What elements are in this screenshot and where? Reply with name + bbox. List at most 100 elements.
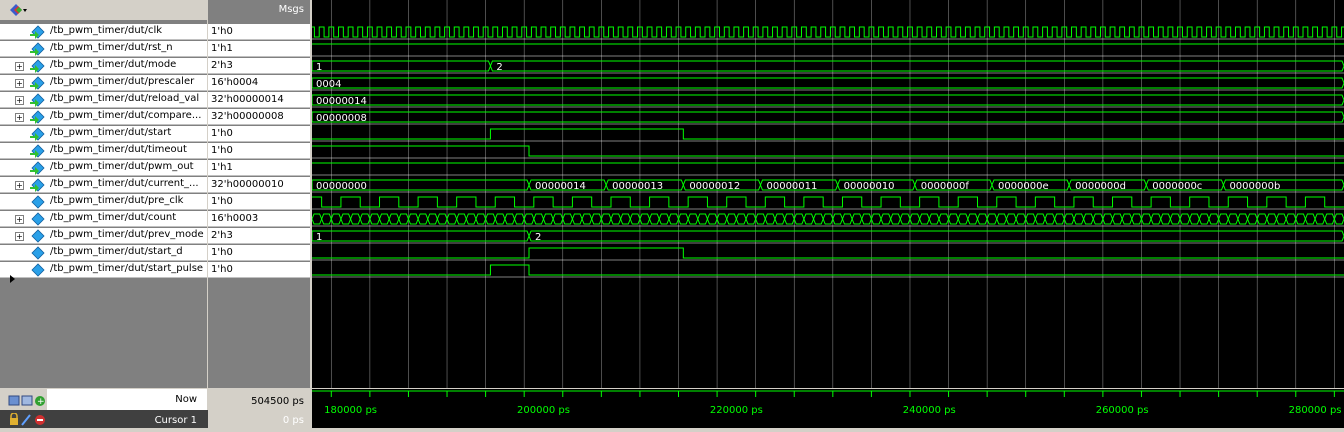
msgs-header: Msgs [208,0,310,20]
bus-segment [957,213,969,225]
bus-segment [562,213,573,225]
signal-value: 1'h0 [208,245,310,261]
bus-segment [312,230,530,242]
bus-segment [610,213,622,225]
bus-segment [948,213,959,225]
bus-segment [1015,213,1027,225]
signal-row-name[interactable]: /tb_pwm_timer/dut/timeout [0,143,207,159]
bus-value-label: 0000000b [1229,181,1280,192]
bus-segment [312,111,1344,123]
signal-value: 16'h0003 [208,211,310,227]
signal-row-name[interactable]: /tb_pwm_timer/dut/pwm_out [0,160,207,176]
bus-segment [1237,213,1249,225]
bus-value-label: 0004 [316,79,341,90]
signal-row-name[interactable]: + /tb_pwm_timer/dut/current_... [0,177,207,193]
bus-segment [1295,213,1306,225]
toolbar-icons-bottom [8,412,48,427]
bus-segment [494,213,506,225]
now-value: 504500 ps [251,396,304,407]
waveform-pane[interactable]: 1 2 0004 00000014 00000008 00000000 00000014 00… [312,0,1344,388]
bus-segment [822,213,834,225]
signal-value: 16'h0004 [208,75,310,91]
bus-value-label: 00000012 [689,181,740,192]
expand-plus-icon[interactable]: + [15,96,24,105]
bus-segment [378,213,390,225]
expand-plus-icon[interactable]: + [15,62,24,71]
signal-row-name[interactable]: + /tb_pwm_timer/dut/reload_val [0,92,207,108]
bus-segment [986,213,998,225]
expand-plus-icon[interactable]: + [15,79,24,88]
bus-segment [359,213,371,225]
now-label-box: Now [47,389,207,410]
wave-tools-icon[interactable]: + [8,394,48,408]
timeline-label: 180000 ps [324,405,377,416]
signal-name: /tb_pwm_timer/dut/rst_n [50,42,173,53]
signal-icon [30,25,45,39]
bus-segment [1044,213,1056,225]
bus-segment [1324,213,1335,225]
signal-row-name[interactable]: /tb_pwm_timer/dut/start_d [0,245,207,261]
timeline-ruler[interactable]: 180000 ps 200000 ps 220000 ps 240000 ps 2600… [312,389,1344,428]
signal-icon [30,144,45,158]
bus-segment [1179,213,1191,225]
bus-value-label: 1 [316,62,322,73]
row-pointer-icon [10,275,15,283]
bus-value-label: 00000011 [766,181,817,192]
bus-value-label: 1 [316,232,322,243]
bus-segment [571,213,583,225]
signal-name: /tb_pwm_timer/dut/pre_clk [50,195,184,206]
expand-plus-icon[interactable]: + [15,232,24,241]
bus-segment [1266,213,1278,225]
signal-row-name[interactable]: + /tb_pwm_timer/dut/mode [0,58,207,74]
signal-name: /tb_pwm_timer/dut/start_d [50,246,183,257]
bus-segment [909,213,921,225]
bus-segment [417,213,429,225]
bus-value-label: 00000000 [316,181,367,192]
bus-segment [1102,213,1114,225]
bus-segment [1275,213,1287,225]
signal-row-name[interactable]: /tb_pwm_timer/dut/rst_n [0,41,207,57]
bus-segment [976,213,988,225]
signal-row-name[interactable]: /tb_pwm_timer/dut/start [0,126,207,142]
signal-icon [31,195,45,209]
signal-name: /tb_pwm_timer/dut/start_pulse [50,263,204,274]
cursor-label[interactable]: Cursor 1 [47,410,197,428]
bus-value-label: 00000013 [612,181,663,192]
signal-name: /tb_pwm_timer/dut/pwm_out [50,161,194,172]
signal-row-name[interactable]: /tb_pwm_timer/dut/start_pulse [0,262,207,278]
bus-value-label: 00000010 [844,181,895,192]
bus-segment [1083,213,1094,225]
expand-plus-icon[interactable]: + [15,113,24,122]
timeline-label: 200000 ps [517,405,570,416]
timeline-label: 240000 ps [903,405,956,416]
bus-segment [726,213,737,225]
signal-icon [30,76,45,90]
signal-value: 32'h00000014 [208,92,310,108]
bus-segment [803,213,815,225]
bus-segment [456,213,467,225]
bus-segment [1092,213,1104,225]
bus-segment [1121,213,1133,225]
bus-segment [639,213,651,225]
toolbar-icons-top: + [8,394,48,408]
bus-segment [446,213,458,225]
modelsim-logo-icon[interactable] [8,3,28,17]
signal-row-name[interactable]: + /tb_pwm_timer/dut/prescaler [0,75,207,91]
signal-value: 1'h0 [208,143,310,159]
bus-segment [1063,213,1075,225]
cursor-tools-icon[interactable] [8,412,48,427]
signal-row-name[interactable]: + /tb_pwm_timer/dut/compare... [0,109,207,125]
signal-row-name[interactable]: /tb_pwm_timer/dut/clk [0,24,207,40]
bus-segment [764,213,776,225]
wave-start-pulse [312,264,1344,276]
signal-name: /tb_pwm_timer/dut/count [50,212,177,223]
expand-plus-icon[interactable]: + [15,181,24,190]
expand-plus-icon[interactable]: + [15,215,24,224]
bus-segment [706,213,718,225]
signal-row-name[interactable]: /tb_pwm_timer/dut/pre_clk [0,194,207,210]
bus-segment [938,213,950,225]
signal-row-name[interactable]: + /tb_pwm_timer/dut/count [0,211,207,227]
bus-segment [1198,213,1210,225]
bus-value-label: 2 [496,62,502,73]
signal-row-name[interactable]: + /tb_pwm_timer/dut/prev_mode [0,228,207,244]
